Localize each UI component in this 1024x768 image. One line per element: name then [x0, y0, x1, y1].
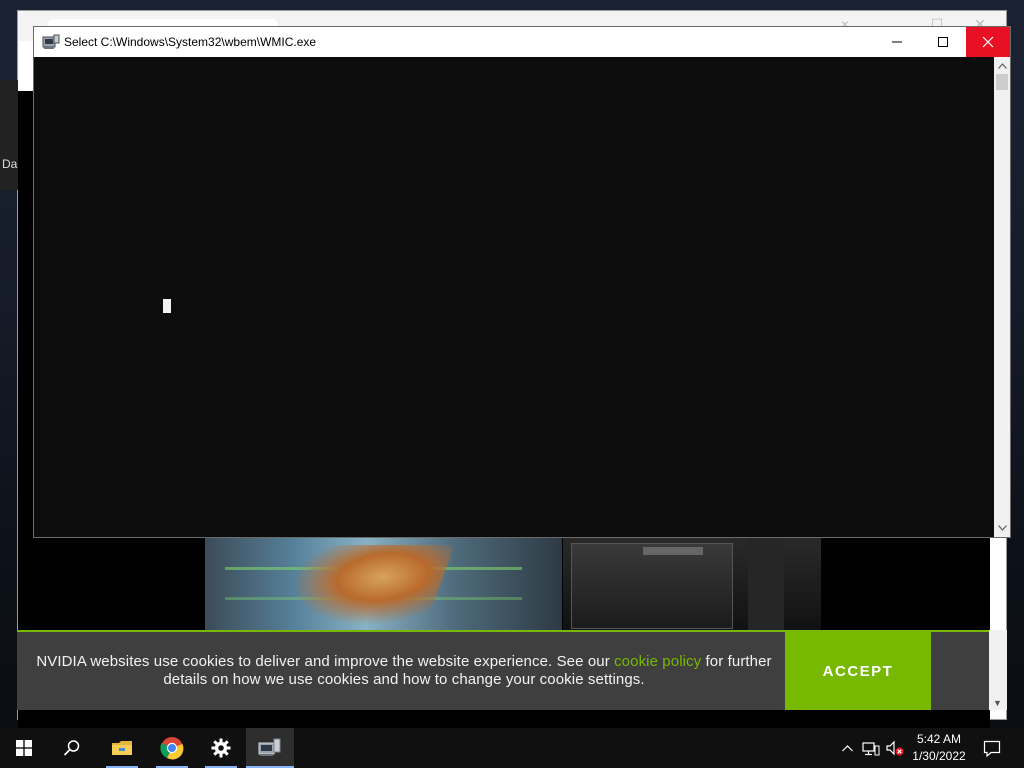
- console-titlebar[interactable]: Select C:\Windows\System32\wbem\WMIC.exe: [34, 27, 1010, 57]
- scroll-down-icon[interactable]: ▼: [993, 698, 1002, 708]
- hero-figure: [275, 545, 455, 625]
- text-cursor: [163, 299, 171, 313]
- chevron-up-icon: [841, 744, 853, 751]
- settings-icon: [211, 738, 231, 758]
- network-icon: [862, 742, 880, 756]
- console-scrollbar[interactable]: [994, 57, 1010, 537]
- start-button[interactable]: [0, 728, 48, 768]
- wmic-icon: [258, 738, 281, 756]
- system-clock[interactable]: 5:42 AM 1/30/2022: [906, 731, 972, 765]
- close-icon: [982, 36, 994, 48]
- background-page-scrollbar[interactable]: ▼: [989, 630, 1007, 710]
- volume-tray-button[interactable]: [884, 728, 906, 768]
- gpu-image: [571, 543, 733, 629]
- notification-icon: [983, 740, 1001, 757]
- hero-image-game[interactable]: [205, 537, 562, 632]
- accept-cookies-button[interactable]: ACCEPT: [785, 632, 931, 710]
- background-left-strip: [0, 80, 18, 190]
- show-hidden-icons-button[interactable]: [838, 728, 856, 768]
- volume-muted-icon: [886, 740, 904, 756]
- scroll-down-icon[interactable]: [994, 521, 1010, 535]
- taskbar-wmic[interactable]: [246, 728, 294, 768]
- minimize-icon: [892, 41, 902, 43]
- gpu-side-bar: [748, 537, 784, 632]
- windows-start-icon: [16, 740, 32, 756]
- search-icon: [63, 740, 80, 756]
- clock-time: 5:42 AM: [916, 732, 962, 746]
- console-scroll-thumb[interactable]: [996, 74, 1008, 90]
- cookie-text-before: NVIDIA websites use cookies to deliver a…: [36, 653, 615, 670]
- cookie-policy-link[interactable]: cookie policy: [614, 653, 701, 670]
- taskbar: 5:42 AM 1/30/2022: [0, 728, 1024, 768]
- maximize-icon: [938, 37, 948, 47]
- taskbar-chrome[interactable]: [148, 728, 196, 768]
- taskbar-search-button[interactable]: [48, 728, 96, 768]
- minimize-button[interactable]: [874, 27, 920, 57]
- wmic-console-icon: [42, 34, 60, 49]
- file-explorer-icon: [112, 741, 132, 755]
- console-output-area[interactable]: [34, 57, 994, 537]
- scroll-up-icon[interactable]: [994, 59, 1010, 73]
- close-button[interactable]: [966, 27, 1010, 57]
- maximize-button[interactable]: [920, 27, 966, 57]
- background-side-text: Da: [2, 157, 18, 171]
- cookie-banner: NVIDIA websites use cookies to deliver a…: [17, 630, 989, 710]
- console-title: Select C:\Windows\System32\wbem\WMIC.exe: [64, 35, 317, 49]
- cookie-message: NVIDIA websites use cookies to deliver a…: [21, 653, 787, 689]
- hero-image-gpu[interactable]: [563, 537, 821, 632]
- gpu-label-plate: [643, 547, 703, 555]
- clock-date: 1/30/2022: [912, 749, 966, 763]
- network-tray-button[interactable]: [860, 728, 882, 768]
- chrome-icon: [160, 737, 184, 760]
- taskbar-file-explorer[interactable]: [98, 728, 146, 768]
- action-center-button[interactable]: [978, 728, 1006, 768]
- wmic-console-window[interactable]: Select C:\Windows\System32\wbem\WMIC.exe: [33, 26, 1011, 538]
- taskbar-settings[interactable]: [197, 728, 245, 768]
